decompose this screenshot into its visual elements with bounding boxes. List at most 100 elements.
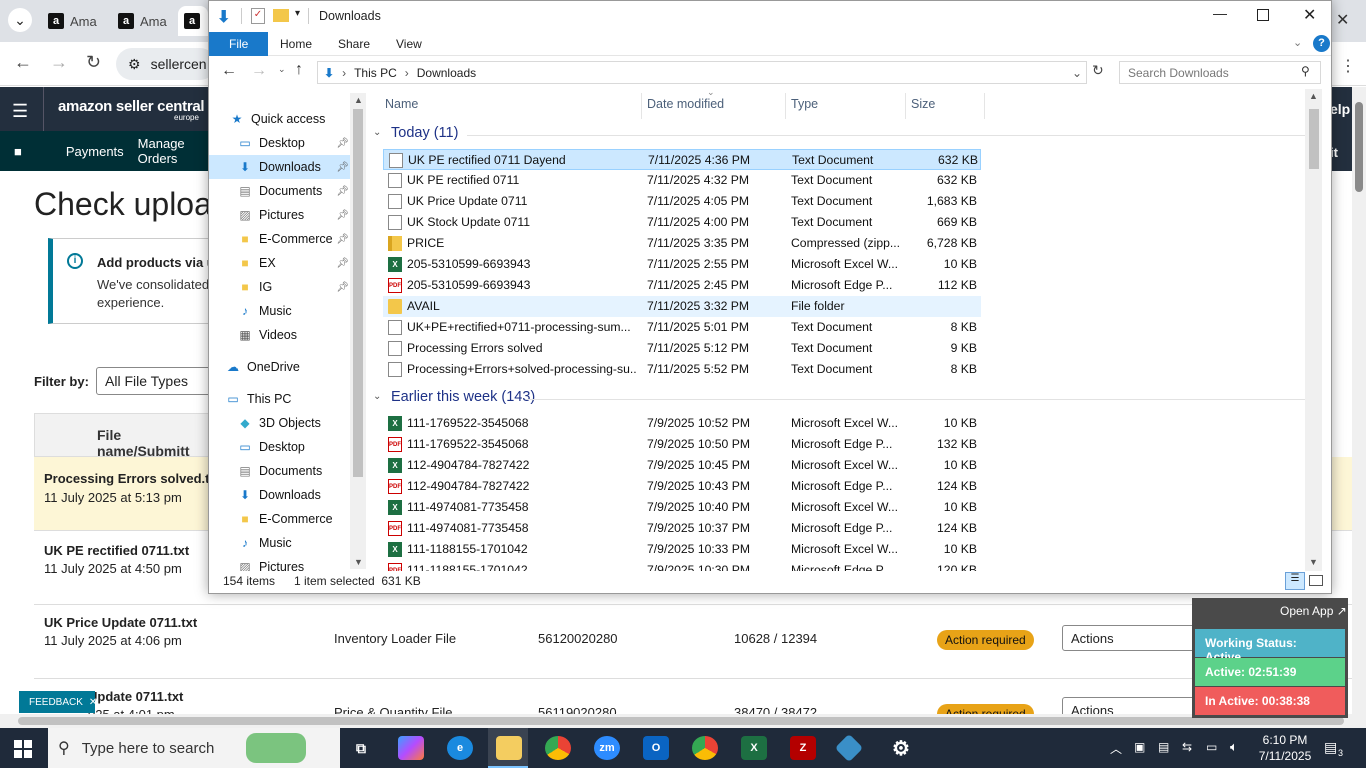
actions-dropdown[interactable]: Actions [1062,625,1212,651]
tray-network-share-icon[interactable]: ⇆ [1182,740,1192,754]
collapse-chevron-icon[interactable]: ⌄ [373,127,381,138]
column-separator[interactable] [984,93,985,119]
open-app-button[interactable]: Open App ↗ [1280,604,1347,618]
nav-item[interactable]: ▨ Pictures [209,555,351,571]
details-view-icon[interactable]: ☰ [1285,572,1305,590]
settings-gear-icon[interactable]: ⚙ [888,736,914,760]
column-header-type[interactable]: Type [791,97,818,111]
nav-item[interactable]: ⬇ Downloads 📌︎ [209,155,351,179]
tray-app-icon[interactable]: ▤ [1158,740,1169,754]
network-icon[interactable]: ▭ [1206,740,1217,754]
nav-item[interactable]: ▭ Desktop [209,435,351,459]
feedback-button[interactable]: FEEDBACK ✕ [19,691,97,713]
file-row[interactable]: X 205-5310599-6693943 7/11/2025 2:55 PM Mic… [383,254,981,275]
notifications-icon[interactable]: ▤ [1324,739,1337,756]
edge-icon[interactable]: e [447,736,473,760]
file-list-scroll-thumb[interactable] [1309,109,1319,169]
tab-file[interactable]: File [209,32,269,56]
forward-icon[interactable]: → [50,52,68,73]
column-separator[interactable] [785,93,786,119]
chrome-profile-icon[interactable] [692,736,718,760]
maximize-icon[interactable] [1257,9,1269,21]
pin-icon[interactable]: 📌︎ [336,162,349,173]
column-header-name[interactable]: Name [385,97,418,111]
refresh-icon[interactable]: ↻ [1092,62,1104,79]
file-row[interactable]: PDF 111-1769522-3545068 7/9/2025 10:50 PM M… [383,434,981,455]
nav-item[interactable]: ▤ Documents 📌︎ [209,179,351,203]
file-row[interactable]: UK+PE+rectified+0711-processing-sum... 7/… [383,317,981,338]
file-row[interactable]: X 111-1769522-3545068 7/9/2025 10:52 PM Mic… [383,413,981,434]
file-type-filter[interactable]: All File Types [96,367,216,395]
breadcrumb-this-pc[interactable]: This PC [354,66,397,80]
page-vertical-scroll-thumb[interactable] [1355,102,1363,192]
pin-icon[interactable]: 📌︎ [336,186,349,197]
tab-share[interactable]: Share [325,32,383,56]
close-icon[interactable]: ✕ [89,697,97,708]
nav-item[interactable]: ▤ Documents [209,459,351,483]
file-row[interactable]: UK PE rectified 0711 7/11/2025 4:32 PM Tex… [383,170,981,191]
group-header[interactable]: Today (11) [391,125,458,141]
file-row[interactable]: Processing Errors solved 7/11/2025 5:12 P… [383,338,981,359]
nav-pane-scroll-thumb[interactable] [353,109,363,477]
file-row[interactable]: PDF 205-5310599-6693943 7/11/2025 2:45 PM M… [383,275,981,296]
close-icon[interactable]: ✕ [1303,5,1316,25]
customize-toolbar-icon[interactable]: ▾ [295,8,300,19]
nav-item[interactable]: ■ IG 📌︎ [209,275,351,299]
close-icon[interactable]: ✕ [1336,10,1349,30]
app-diamond-icon[interactable] [834,733,864,763]
copilot-icon[interactable] [398,736,424,760]
browser-tab-active[interactable]: a [178,6,208,36]
file-row[interactable]: UK Stock Update 0711 7/11/2025 4:00 PM Tex… [383,212,981,233]
new-folder-icon[interactable] [273,9,289,22]
outlook-icon[interactable]: O [643,736,669,760]
browser-tab[interactable]: a Ama [42,6,102,36]
chevron-down-icon[interactable]: ⌄ [1072,66,1082,80]
zoom-icon[interactable]: zm [594,736,620,760]
nav-manage-orders[interactable]: Manage Orders [138,136,210,166]
file-row[interactable]: Processing+Errors+solved-processing-su..… [383,359,981,380]
file-row[interactable]: UK Price Update 0711 7/11/2025 4:05 PM Tex… [383,191,981,212]
nav-item[interactable]: ☁ OneDrive [209,355,351,379]
scroll-down-icon[interactable]: ▼ [1309,557,1318,567]
pin-icon[interactable]: 📌︎ [336,258,349,269]
large-icons-view-icon[interactable] [1309,575,1323,586]
pin-icon[interactable]: 📌︎ [336,210,349,221]
nav-item[interactable]: ♪ Music [209,531,351,555]
tray-camera-icon[interactable]: ▣ [1134,740,1145,754]
scroll-up-icon[interactable]: ▲ [354,95,363,105]
hamburger-menu-icon[interactable]: ☰ [12,101,28,122]
pin-icon[interactable]: 📌︎ [336,138,349,149]
scroll-up-icon[interactable]: ▲ [1309,91,1318,101]
help-link[interactable]: elp [1330,101,1350,117]
file-row[interactable]: X 112-4904784-7827422 7/9/2025 10:45 PM Mic… [383,455,981,476]
file-row[interactable]: PDF 112-4904784-7827422 7/9/2025 10:43 PM M… [383,476,981,497]
chevron-right-icon[interactable]: › [342,66,346,80]
column-separator[interactable] [905,93,906,119]
properties-icon[interactable]: ✓ [251,8,265,24]
explorer-search-input[interactable]: Search Downloads [1119,61,1321,84]
help-icon[interactable]: ? [1313,35,1330,52]
group-header[interactable]: Earlier this week (143) [391,389,535,405]
nav-item[interactable]: ♪ Music [209,299,351,323]
file-row[interactable]: X 111-4974081-7735458 7/9/2025 10:40 PM Mic… [383,497,981,518]
file-row[interactable]: AVAIL 7/11/2025 3:32 PM File folder [383,296,981,317]
page-horizontal-scroll-thumb[interactable] [18,717,1344,725]
reload-icon[interactable]: ↻ [86,52,101,73]
task-view-icon[interactable]: ⧉ [348,736,374,760]
column-header-date[interactable]: Date modified [647,97,724,111]
file-row[interactable]: PRICE 7/11/2025 3:35 PM Compressed (zipp..… [383,233,981,254]
nav-item[interactable]: ▦ Videos [209,323,351,347]
taskbar-clock[interactable]: 6:10 PM 7/11/2025 [1254,732,1316,764]
file-row[interactable]: X 111-1188155-1701042 7/9/2025 10:33 PM Mic… [383,539,981,560]
filezilla-icon[interactable]: Z [790,736,816,760]
up-icon[interactable]: ↑ [295,61,303,79]
column-header-size[interactable]: Size [911,97,935,111]
breadcrumb-downloads[interactable]: Downloads [417,66,476,80]
back-icon[interactable]: ← [221,62,237,80]
column-separator[interactable] [641,93,642,119]
nav-item[interactable]: ★ Quick access [209,107,351,131]
nav-item[interactable]: ⬇ Downloads [209,483,351,507]
nav-item[interactable]: ▭ Desktop 📌︎ [209,131,351,155]
chevron-right-icon[interactable]: › [405,66,409,80]
nav-item[interactable]: ◆ 3D Objects [209,411,351,435]
